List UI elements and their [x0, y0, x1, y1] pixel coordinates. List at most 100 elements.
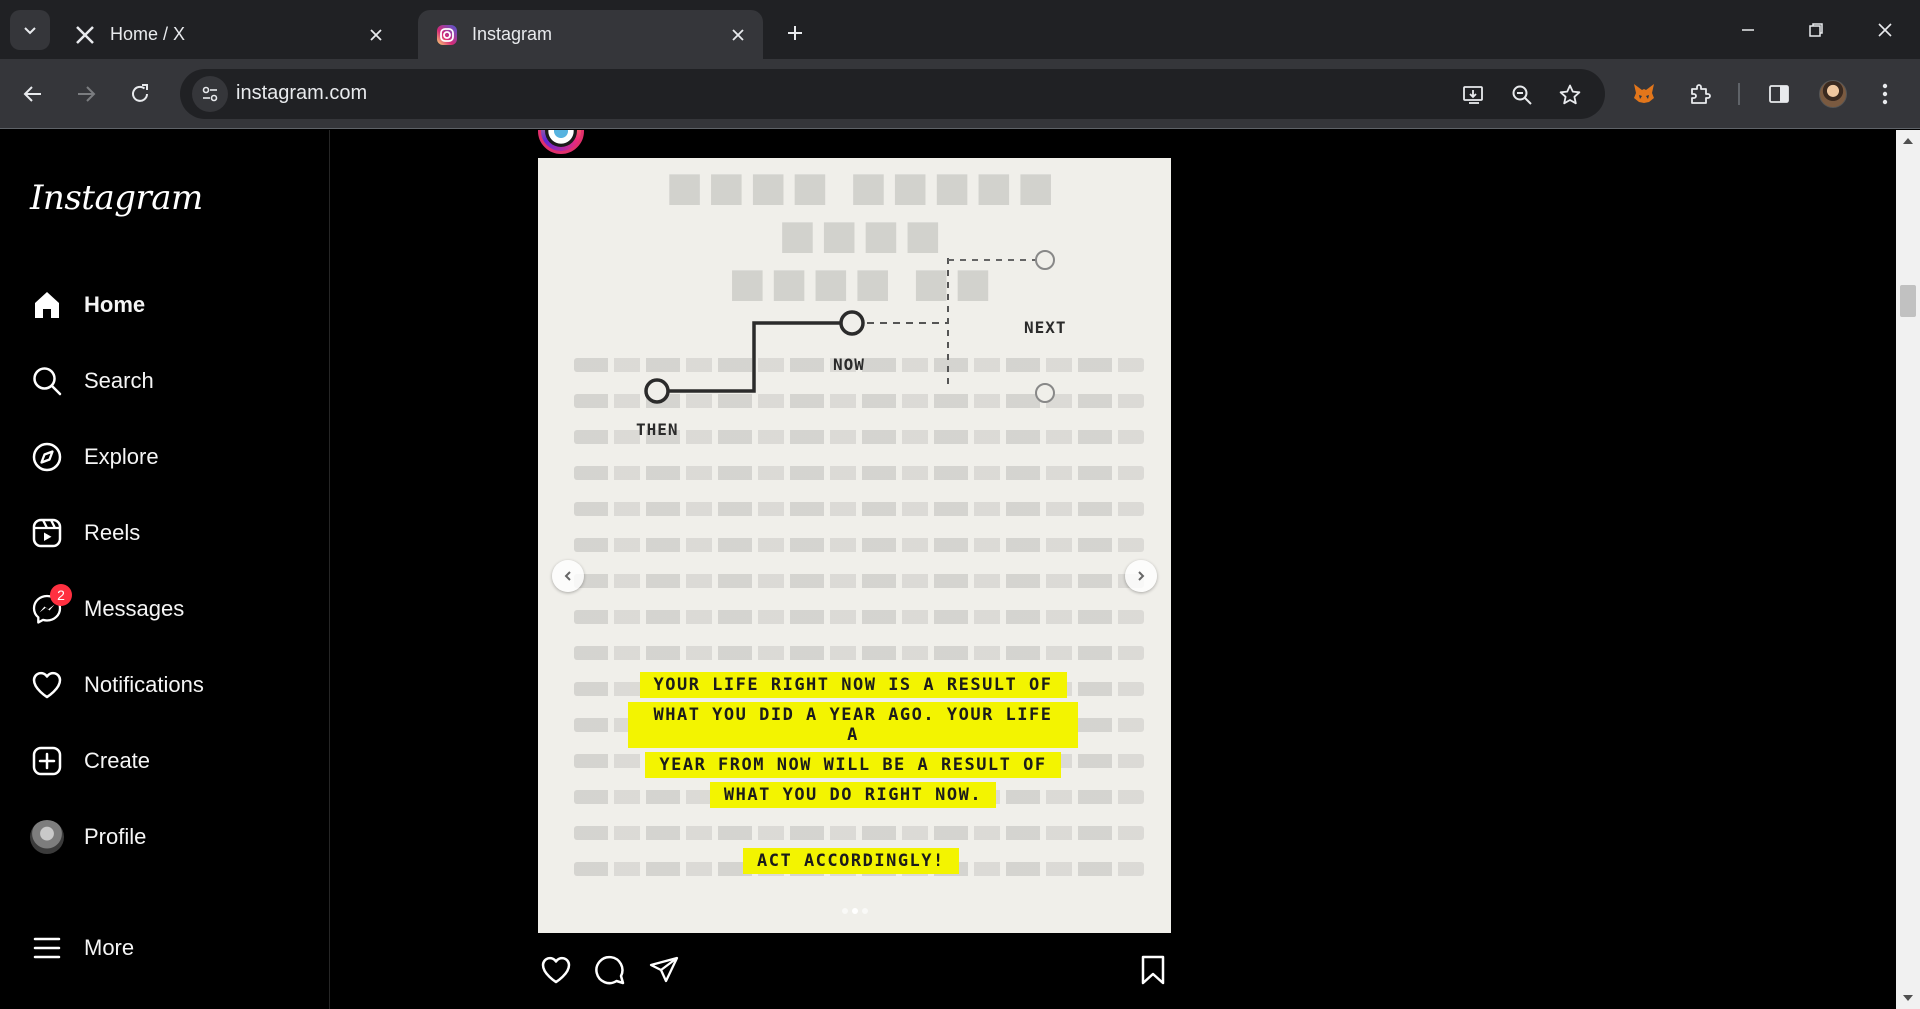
- reload-button[interactable]: [121, 75, 159, 113]
- arrow-left-icon: [23, 86, 41, 102]
- carousel-indicator: [538, 908, 1171, 914]
- nav-item-label: Profile: [84, 824, 147, 849]
- nav-item-label: Messages: [84, 596, 185, 621]
- minimize-button[interactable]: [1725, 10, 1771, 50]
- carousel-dot: [851, 908, 858, 914]
- tab-instagram[interactable]: Instagram: [418, 10, 763, 59]
- feed: ■■■■■ ■■■■ ■■■■ ■■ ■■■■ THEN NOW NEXT YOU…: [331, 130, 1896, 1009]
- nav-item-label: Home: [84, 292, 146, 317]
- nav-item-create[interactable]: Create: [18, 732, 318, 790]
- x-logo-icon: [74, 24, 96, 46]
- heart-icon: [541, 956, 571, 984]
- home-icon: [30, 288, 64, 322]
- page-scrollbar[interactable]: [1896, 130, 1920, 1009]
- scroll-down-arrow[interactable]: [1903, 995, 1913, 1001]
- address-bar[interactable]: instagram.com: [180, 69, 1605, 119]
- nav-item-label: Explore: [84, 444, 159, 469]
- comment-icon: [595, 955, 625, 985]
- nav-item-reels[interactable]: Reels: [18, 504, 318, 562]
- search-icon: [30, 364, 64, 398]
- tab-x-home[interactable]: Home / X: [56, 10, 401, 59]
- tune-icon: [202, 86, 218, 102]
- compass-icon: [30, 440, 64, 474]
- quote-line: WHAT YOU DO RIGHT NOW.: [709, 782, 997, 808]
- carousel-next-button[interactable]: [1125, 560, 1157, 592]
- bookmark-button[interactable]: [1554, 79, 1586, 111]
- profile-button[interactable]: [1814, 75, 1852, 113]
- restore-icon: [1809, 23, 1823, 37]
- carousel-prev-button[interactable]: [552, 560, 584, 592]
- nav-item-label: Notifications: [84, 672, 204, 697]
- tab-search-button[interactable]: [10, 10, 50, 50]
- highlighted-quote: YOUR LIFE RIGHT NOW IS A RESULT OF WHAT …: [628, 670, 1078, 810]
- instagram-logo[interactable]: Instagram: [30, 178, 203, 218]
- extensions-button[interactable]: [1681, 75, 1719, 113]
- quote-line: YOUR LIFE RIGHT NOW IS A RESULT OF: [639, 672, 1067, 698]
- chevron-down-icon: [24, 27, 36, 35]
- messenger-icon: 2: [30, 584, 72, 626]
- chevron-right-icon: [1138, 571, 1145, 581]
- nav-item-notifications[interactable]: Notifications: [18, 656, 318, 714]
- nav-item-label: Search: [84, 368, 154, 393]
- close-icon: [1878, 23, 1892, 37]
- back-button[interactable]: [14, 75, 52, 113]
- plus-square-icon: [30, 744, 64, 778]
- zoom-button[interactable]: [1506, 79, 1538, 111]
- post-author-avatar[interactable]: [538, 130, 584, 154]
- site-info-button[interactable]: [192, 76, 228, 112]
- puzzle-icon: [1691, 84, 1711, 104]
- side-panel-icon: [1769, 85, 1789, 103]
- install-icon: [1463, 86, 1483, 104]
- instagram-sidebar: Instagram Home Search Explore Reels 2 Me…: [0, 130, 330, 1009]
- quote-line: WHAT YOU DID A YEAR AGO. YOUR LIFE A: [628, 702, 1078, 748]
- forward-button[interactable]: [67, 75, 105, 113]
- window-close-button[interactable]: [1862, 10, 1908, 50]
- nav-item-label: More: [84, 935, 135, 960]
- avatar: [30, 820, 64, 854]
- nav-item-more[interactable]: More: [18, 919, 318, 977]
- chevron-left-icon: [564, 571, 571, 581]
- save-button[interactable]: [1135, 952, 1171, 988]
- carousel-dot: [861, 908, 868, 914]
- scrollbar-thumb[interactable]: [1900, 285, 1916, 317]
- diagram-label-next: NEXT: [1024, 318, 1067, 337]
- nav-item-label: Reels: [84, 520, 141, 545]
- url-text[interactable]: instagram.com: [236, 82, 367, 105]
- diagram-label-now: NOW: [833, 355, 865, 374]
- instagram-logo-icon: [436, 24, 458, 46]
- menu-icon: [30, 931, 64, 965]
- reload-icon: [132, 84, 148, 102]
- toolbar-divider: [1738, 83, 1740, 105]
- comment-button[interactable]: [592, 952, 628, 988]
- diagram-label-then: THEN: [636, 420, 679, 439]
- install-app-button[interactable]: [1458, 79, 1490, 111]
- share-button[interactable]: [646, 952, 682, 988]
- quote-line: YEAR FROM NOW WILL BE A RESULT OF: [645, 752, 1061, 778]
- scroll-up-arrow[interactable]: [1903, 138, 1913, 144]
- nav-item-profile[interactable]: Profile: [18, 808, 318, 866]
- metamask-extension-button[interactable]: [1625, 75, 1663, 113]
- zoom-out-icon: [1512, 85, 1532, 105]
- minimize-icon: [1742, 29, 1754, 31]
- notification-badge: 2: [50, 584, 72, 606]
- restore-button[interactable]: [1793, 10, 1839, 50]
- metamask-fox-icon: [1634, 84, 1654, 103]
- post-image[interactable]: ■■■■■ ■■■■ ■■■■ ■■ ■■■■ THEN NOW NEXT YOU…: [538, 158, 1171, 933]
- side-panel-button[interactable]: [1760, 75, 1798, 113]
- reels-icon: [30, 516, 64, 550]
- tab-title: Instagram: [472, 24, 553, 44]
- star-icon: [1559, 84, 1581, 105]
- nav-item-explore[interactable]: Explore: [18, 428, 318, 486]
- post-actions: [538, 952, 1171, 992]
- paper-plane-icon: [649, 956, 679, 983]
- nav-item-search[interactable]: Search: [18, 352, 318, 410]
- nav-item-messages[interactable]: 2 Messages: [18, 580, 318, 638]
- heart-icon: [30, 668, 64, 702]
- new-tab-button[interactable]: [778, 16, 812, 50]
- browser-menu-button[interactable]: [1866, 75, 1904, 113]
- close-icon[interactable]: [365, 24, 387, 46]
- like-button[interactable]: [538, 952, 574, 988]
- plus-icon: [788, 26, 802, 40]
- nav-item-home[interactable]: Home: [18, 276, 318, 334]
- close-icon[interactable]: [727, 24, 749, 46]
